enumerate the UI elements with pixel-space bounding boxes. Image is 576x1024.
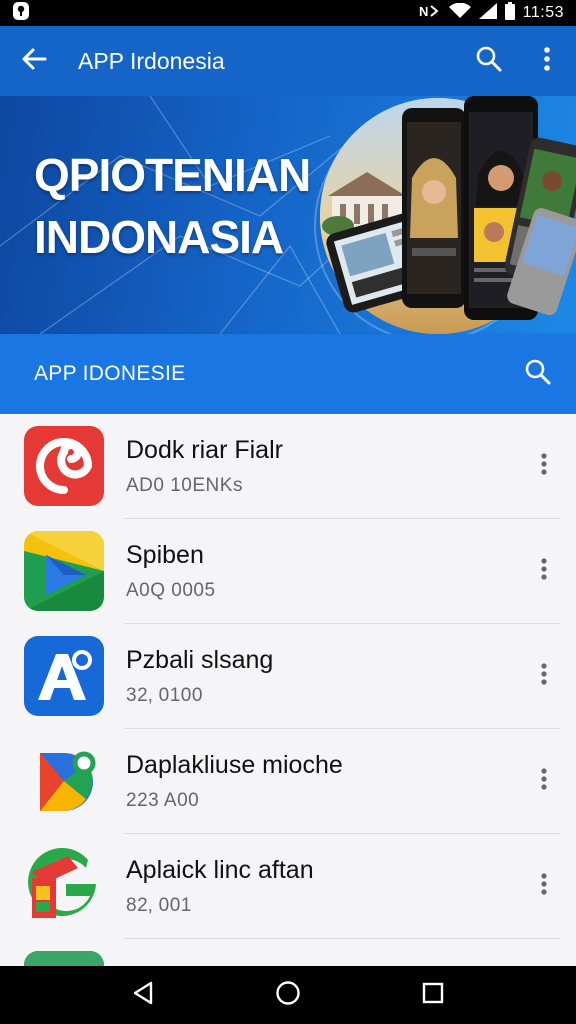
back-triangle-icon [132,981,154,1010]
banner-title: QPIOTENIAN INDONASIA [34,144,311,268]
overflow-menu-button[interactable] [518,26,576,96]
notification-icon [12,1,30,25]
app-name: Spiben [126,541,204,569]
app-icon-red-swirl [24,426,104,506]
app-meta: AD0 10ENKs [126,475,243,496]
promo-banner[interactable]: QPIOTENIAN INDONASIA [0,96,576,334]
banner-title-line2: INDONASIA [34,211,284,263]
app-screen: N 11:53 APP Irdonesia QPIOTENIAN INDONAS… [0,0,576,1024]
search-icon [525,359,551,390]
more-button[interactable] [526,446,562,486]
more-button[interactable] [526,866,562,906]
app-meta: A0Q 0005 [126,580,216,601]
more-button[interactable] [526,656,562,696]
list-item[interactable]: Pzbali slsang 32‚ 0100 [0,624,576,729]
list-item-partial[interactable] [0,939,576,966]
list-item[interactable]: Daplakliuse mioche 223 A00 [0,729,576,834]
signal-icon [478,3,497,23]
app-name: Daplakliuse mioche [126,751,343,779]
battery-icon [504,2,515,24]
list-item[interactable]: Aplaick linc aftan 82‚ 001 [0,834,576,939]
nav-recents-button[interactable] [403,966,463,1024]
banner-title-line1: QPIOTENIAN [34,149,311,201]
wifi-icon [448,2,471,23]
app-icon-colorful-d [24,741,104,821]
section-header: APP IDONESIE [0,334,576,414]
status-time: 11:53 [522,4,564,21]
nfc-icon: N [419,3,441,23]
recents-square-icon [422,982,444,1009]
back-button[interactable] [0,26,68,96]
app-list: Dodk riar Fialr AD0 10ENKs Spiben A0Q 00… [0,414,576,966]
list-item[interactable]: Dodk riar Fialr AD0 10ENKs [0,414,576,519]
nav-home-button[interactable] [258,966,318,1024]
app-name: Dodk riar Fialr [126,436,283,464]
more-vert-icon [541,872,547,900]
status-bar: N 11:53 [0,0,576,26]
search-button[interactable] [460,26,518,96]
app-icon-play-triangle [24,531,104,611]
app-name: Aplaick linc aftan [126,856,314,884]
list-item[interactable]: Spiben A0Q 0005 [0,519,576,624]
search-icon [476,46,502,77]
phones-illustration [320,96,576,334]
section-search-button[interactable] [500,334,576,414]
app-icon-green-g [24,846,104,926]
more-vert-icon [543,46,551,77]
system-nav-bar [0,966,576,1024]
section-title: APP IDONESIE [34,362,186,385]
app-bar: APP Irdonesia [0,26,576,96]
more-vert-icon [541,557,547,585]
app-icon-partial [24,951,104,966]
app-icon-blue-a [24,636,104,716]
more-vert-icon [541,662,547,690]
more-vert-icon [541,767,547,795]
app-meta: 223 A00 [126,790,200,811]
app-meta: 32‚ 0100 [126,685,203,706]
app-name: Pzbali slsang [126,646,274,674]
back-arrow-icon [21,47,47,76]
more-button[interactable] [526,761,562,801]
app-meta: 82‚ 001 [126,895,192,916]
app-bar-title: APP Irdonesia [78,47,225,74]
nav-back-button[interactable] [113,966,173,1024]
more-vert-icon [541,452,547,480]
home-circle-icon [275,980,301,1011]
svg-text:N: N [419,4,428,19]
more-button[interactable] [526,551,562,591]
